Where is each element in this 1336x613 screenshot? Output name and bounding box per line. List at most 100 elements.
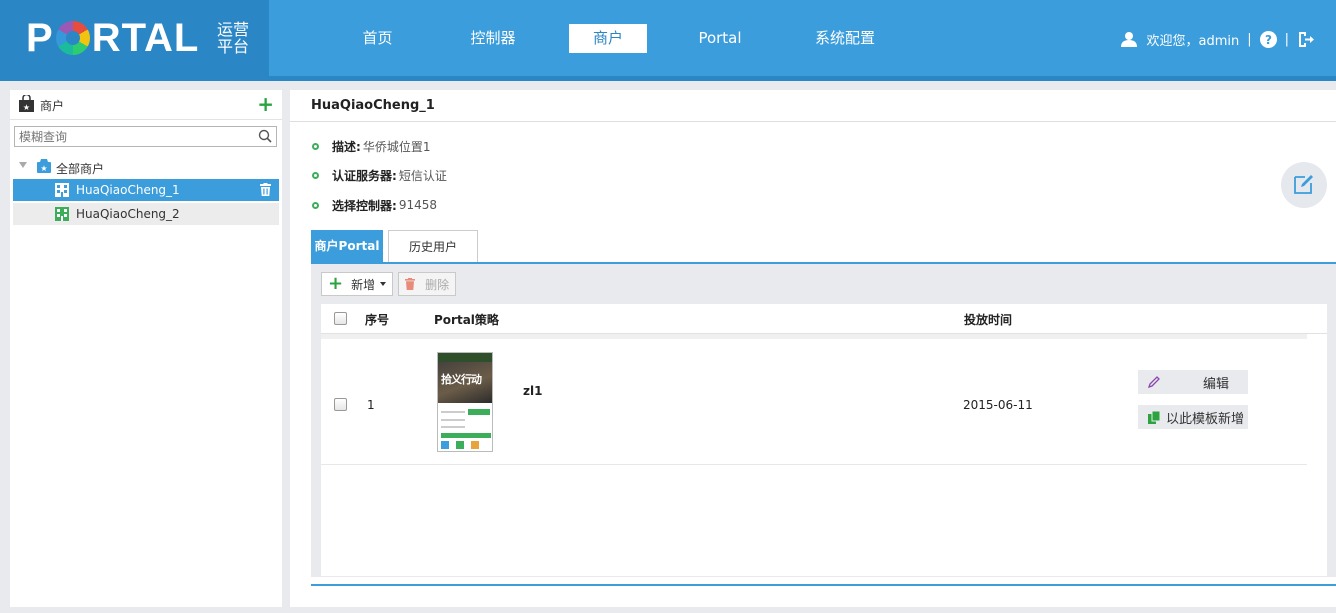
logout-icon[interactable] xyxy=(1297,31,1314,48)
nav-system-config[interactable]: 系统配置 xyxy=(805,24,885,53)
bullet-dot-icon xyxy=(312,201,319,209)
thumbnail-line xyxy=(441,426,465,428)
add-merchant-icon[interactable]: + xyxy=(257,92,274,116)
copy-template-button[interactable]: 以此模板新增 xyxy=(1138,405,1248,429)
column-index: 序号 xyxy=(365,313,390,327)
field-description: 描述: 华侨城位置1 xyxy=(312,137,430,155)
field-key: 认证服务器: xyxy=(332,168,397,183)
select-all-checkbox[interactable] xyxy=(334,312,347,325)
delete-merchant-icon[interactable] xyxy=(260,183,271,199)
portal-thumbnail[interactable]: 拾义行动 xyxy=(437,352,493,452)
field-value: 91458 xyxy=(398,198,437,212)
add-button-label: 新增 xyxy=(351,277,376,292)
thumbnail-line xyxy=(441,419,465,421)
thumbnail-green-button xyxy=(441,433,491,438)
field-auth-server: 认证服务器: 短信认证 xyxy=(312,166,447,184)
user-icon xyxy=(1121,31,1138,47)
thumbnail-band xyxy=(438,353,492,362)
chevron-down-icon xyxy=(380,282,387,286)
release-time: 2015-06-11 xyxy=(963,398,1033,412)
trash-icon xyxy=(405,278,416,290)
tab-content: + 新增 删除 序号 Portal策略 投放时间 1 拾义行动 zl1 2015… xyxy=(311,264,1336,577)
table-row: 1 拾义行动 zl1 2015-06-11 编辑 以此模板新增 xyxy=(321,338,1307,465)
top-header: P RTAL 运营 平台 首页 控制器 商户 Portal 系统配置 欢迎您，ad… xyxy=(0,0,1336,76)
help-icon[interactable]: ? xyxy=(1259,30,1277,48)
tab-history-users[interactable]: 历史用户 xyxy=(388,230,478,262)
svg-text:★: ★ xyxy=(23,103,30,112)
logo-subtitle-line2: 平台 xyxy=(217,37,250,56)
tree-root-label: 全部商户 xyxy=(56,162,105,176)
delete-button[interactable]: 删除 xyxy=(398,272,457,296)
logo-wordmark: P RTAL xyxy=(26,14,199,62)
portal-table: 序号 Portal策略 投放时间 1 拾义行动 zl1 2015-06-11 编… xyxy=(321,304,1327,576)
page-title: HuaQiaoCheng_1 xyxy=(311,98,435,113)
delete-button-label: 删除 xyxy=(425,277,450,292)
tree-item-huaqiaocheng-1[interactable]: HuaQiaoCheng_1 xyxy=(13,179,279,201)
logo-letter-p: P xyxy=(26,16,54,60)
row-index: 1 xyxy=(367,398,375,412)
user-area: 欢迎您，admin | ? | xyxy=(1121,28,1314,50)
tab-merchant-portal[interactable]: 商户Portal xyxy=(311,230,383,262)
field-value: 华侨城位置1 xyxy=(362,139,431,154)
nav-portal[interactable]: Portal xyxy=(686,24,754,53)
search-icon[interactable] xyxy=(258,129,272,146)
bullet-dot-icon xyxy=(312,171,319,179)
thumbnail-text: 拾义行动 xyxy=(441,373,482,386)
tree-item-label: HuaQiaoCheng_1 xyxy=(76,183,180,197)
logo-subtitle: 运营 平台 xyxy=(217,21,257,55)
nav-controller[interactable]: 控制器 xyxy=(455,24,531,53)
merchant-detail-panel: HuaQiaoCheng_1 描述: 华侨城位置1 认证服务器: 短信认证 选择… xyxy=(290,90,1336,607)
thumbnail-blue-icon xyxy=(441,441,449,449)
plus-icon: + xyxy=(328,273,344,294)
edit-merchant-button[interactable] xyxy=(1281,162,1327,208)
thumbnail-green-icon xyxy=(456,441,464,449)
bullet-dot-icon xyxy=(312,142,319,150)
thumbnail-banner: 拾义行动 xyxy=(438,353,492,403)
tree-root-all-merchants[interactable]: ★ 全部商户 xyxy=(10,157,282,179)
copy-icon xyxy=(1148,410,1160,424)
field-key: 描述: xyxy=(332,139,361,154)
merchant-sidebar: ★ 商户 + ★ 全部商户 HuaQiaoCheng_1 HuaQiaoChen… xyxy=(10,90,282,607)
field-key: 选择控制器: xyxy=(332,198,397,213)
store-icon: ★ xyxy=(37,159,51,176)
edit-icon xyxy=(1293,173,1315,198)
building-icon xyxy=(55,207,69,224)
pencil-icon xyxy=(1148,376,1160,388)
building-icon xyxy=(55,183,69,200)
search-input[interactable] xyxy=(15,127,250,146)
svg-text:★: ★ xyxy=(40,164,47,173)
collapse-triangle-icon[interactable] xyxy=(19,162,27,168)
nav-home[interactable]: 首页 xyxy=(345,24,410,53)
search-box xyxy=(14,126,277,147)
row-checkbox[interactable] xyxy=(334,398,347,411)
field-value: 短信认证 xyxy=(398,168,447,183)
logo-subtitle-line1: 运营 xyxy=(217,20,250,39)
separator: | xyxy=(1247,31,1252,47)
logo[interactable]: P RTAL 运营 平台 xyxy=(0,0,269,76)
field-controller: 选择控制器: 91458 xyxy=(312,196,437,214)
title-divider xyxy=(290,121,1336,122)
logo-ring-icon xyxy=(55,21,90,55)
logo-letters-rtal: RTAL xyxy=(91,16,200,60)
table-header: 序号 Portal策略 投放时间 xyxy=(321,304,1327,334)
header-underline xyxy=(0,76,1336,81)
edit-button-label: 编辑 xyxy=(1203,376,1230,392)
nav-merchant[interactable]: 商户 xyxy=(569,24,647,53)
tree-item-label: HuaQiaoCheng_2 xyxy=(76,207,180,221)
shopping-bag-icon: ★ xyxy=(19,93,34,112)
welcome-text: 欢迎您，admin xyxy=(1146,33,1240,49)
column-portal-policy: Portal策略 xyxy=(434,313,499,327)
thumbnail-line xyxy=(441,411,465,413)
sidebar-header: ★ 商户 + xyxy=(10,90,282,120)
separator-2: | xyxy=(1284,31,1289,47)
thumbnail-green-bar xyxy=(468,409,490,415)
column-release-time: 投放时间 xyxy=(964,313,1013,327)
add-button[interactable]: + 新增 xyxy=(321,272,394,296)
toolbar: + 新增 删除 xyxy=(321,272,461,296)
tree-item-huaqiaocheng-2[interactable]: HuaQiaoCheng_2 xyxy=(13,203,279,225)
copy-template-label: 以此模板新增 xyxy=(1166,411,1245,427)
content-bottom-border xyxy=(311,584,1336,586)
policy-name: zl1 xyxy=(523,384,543,398)
thumbnail-orange-icon xyxy=(471,441,479,449)
edit-button[interactable]: 编辑 xyxy=(1138,370,1248,394)
